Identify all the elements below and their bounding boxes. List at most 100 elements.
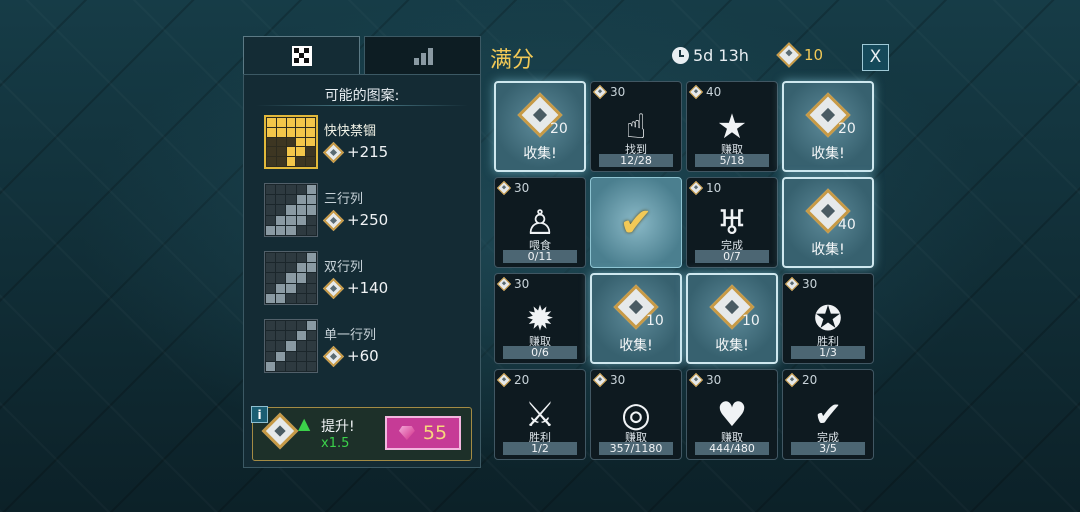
tile-cost: 40 xyxy=(688,84,722,100)
divider xyxy=(256,105,468,106)
task-tile[interactable]: 30 ◎ 赚取 357/1180 xyxy=(590,369,682,460)
pattern-cell xyxy=(296,341,306,351)
pattern-cell xyxy=(276,215,286,225)
task-progress: 1/3 xyxy=(791,346,865,359)
pattern-cell xyxy=(276,293,286,303)
completed-tile: ✔ xyxy=(590,177,682,268)
collect-tile[interactable]: 40 收集! xyxy=(782,177,874,268)
pattern-preview[interactable] xyxy=(264,115,318,169)
pattern-cell xyxy=(296,157,306,166)
collect-tile[interactable]: 10 收集! xyxy=(686,273,778,364)
close-button[interactable]: X xyxy=(862,44,889,71)
pattern-reward-value: +250 xyxy=(347,211,389,229)
task-tile[interactable]: 30 ✹ 赚取 0/6 xyxy=(494,273,586,364)
pattern-cell xyxy=(296,118,306,127)
page-title: 满分 xyxy=(490,48,535,73)
task-tile[interactable]: 30 ☝ 找到 12/28 xyxy=(590,81,682,172)
task-progress: 3/5 xyxy=(791,442,865,455)
pattern-cell xyxy=(286,273,296,283)
task-progress: 444/480 xyxy=(695,442,769,455)
info-icon[interactable]: i xyxy=(251,406,268,423)
pattern-cell xyxy=(286,293,296,303)
pattern-cell xyxy=(286,253,296,263)
pattern-cell xyxy=(296,361,306,371)
tile-cost: 10 xyxy=(688,180,721,196)
star-shield-icon: ★ xyxy=(716,107,748,147)
tile-cost: 30 xyxy=(496,276,530,292)
collect-tile[interactable]: 20 收集! xyxy=(782,81,874,172)
pattern-cell xyxy=(266,225,276,235)
bar-chart-icon xyxy=(413,47,433,65)
tile-cost: 20 xyxy=(496,372,530,388)
tab-patterns[interactable] xyxy=(243,36,360,74)
pattern-cell xyxy=(276,253,286,263)
task-tile[interactable]: 20 ✔ 完成 3/5 xyxy=(782,369,874,460)
tile-cost-value: 30 xyxy=(610,85,626,99)
pattern-cell xyxy=(286,331,296,341)
task-tile[interactable]: 20 ⚔ 胜利 1/2 xyxy=(494,369,586,460)
pattern-cell xyxy=(296,331,306,341)
tile-cost-value: 20 xyxy=(514,373,530,387)
gem-cost: 55 xyxy=(422,422,448,444)
pattern-cell xyxy=(266,195,276,205)
pattern-cell xyxy=(276,331,286,341)
pattern-cell xyxy=(276,341,286,351)
checkmark-icon: ✔ xyxy=(619,199,653,246)
pattern-cell xyxy=(276,321,286,331)
feed-figure-icon: ♙ xyxy=(524,203,556,243)
pattern-cell xyxy=(306,321,316,331)
pattern-cell xyxy=(306,253,316,263)
hand-point-icon: ☝ xyxy=(625,107,647,147)
token-count: 10 xyxy=(776,42,823,68)
pattern-cell xyxy=(306,293,316,303)
pattern-cell xyxy=(296,293,306,303)
tile-reward: 20 xyxy=(550,121,568,137)
task-tile[interactable]: 30 ♙ 喂食 0/11 xyxy=(494,177,586,268)
pattern-cell xyxy=(296,205,306,215)
collect-tile[interactable]: 10 收集! xyxy=(590,273,682,364)
task-tile[interactable]: 30 ✪ 胜利 1/3 xyxy=(782,273,874,364)
tab-stats[interactable] xyxy=(364,36,481,74)
pattern-cell xyxy=(306,205,316,215)
pattern-cell xyxy=(286,225,296,235)
tile-cost: 20 xyxy=(784,372,817,388)
pattern-cell xyxy=(286,283,296,293)
collect-label: 收集! xyxy=(811,146,845,162)
ribbon-badge-icon: ✪ xyxy=(813,299,843,339)
task-progress: 5/18 xyxy=(695,154,769,167)
coins-icon: ◎ xyxy=(621,395,651,435)
pattern-cell xyxy=(286,351,296,361)
timer: 5d 13h xyxy=(672,46,749,65)
task-progress: 12/28 xyxy=(599,154,673,167)
collect-label: 收集! xyxy=(811,242,845,258)
boost-buy-button[interactable]: 55 xyxy=(385,416,461,450)
pattern-cell xyxy=(267,118,276,127)
pattern-preview[interactable] xyxy=(264,319,318,373)
pattern-cell xyxy=(296,147,306,157)
tile-cost: 30 xyxy=(688,372,722,388)
token-icon xyxy=(592,84,608,100)
pattern-cell xyxy=(266,215,276,225)
pattern-cell xyxy=(296,137,306,147)
gem-icon xyxy=(398,426,415,440)
pattern-cell xyxy=(276,361,286,371)
pattern-cell xyxy=(286,205,296,215)
token-icon xyxy=(496,372,512,388)
pattern-preview[interactable] xyxy=(264,251,318,305)
tile-cost-value: 40 xyxy=(706,85,722,99)
tile-cost-value: 30 xyxy=(514,277,530,291)
tile-cost-value: 30 xyxy=(706,373,722,387)
pattern-cell xyxy=(276,137,286,147)
timer-text: 5d 13h xyxy=(693,46,749,65)
token-icon xyxy=(496,276,512,292)
collect-tile[interactable]: 20 收集! xyxy=(494,81,586,172)
boost-panel[interactable]: i ▲ 提升! x1.5 55 xyxy=(251,406,472,461)
pattern-reward: +60 xyxy=(322,345,379,367)
pattern-preview[interactable] xyxy=(264,183,318,237)
task-tile[interactable]: 40 ★ 赚取 5/18 xyxy=(686,81,778,172)
pattern-cell xyxy=(306,127,315,137)
pattern-cell xyxy=(286,137,296,147)
task-tile[interactable]: 10 ♅ 完成 0/7 xyxy=(686,177,778,268)
task-tile[interactable]: 30 ♥ 赚取 444/480 xyxy=(686,369,778,460)
pattern-cell xyxy=(306,351,316,361)
